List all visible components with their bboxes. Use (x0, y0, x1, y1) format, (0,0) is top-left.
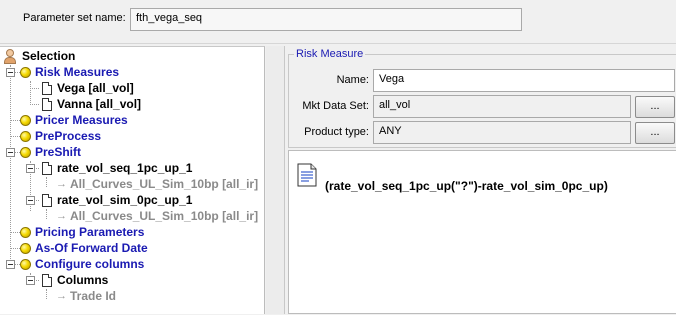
collapse-toggle-rate-up[interactable] (26, 164, 35, 173)
user-icon (3, 48, 17, 64)
tree-node-trade-id[interactable]: → Trade Id (56, 288, 116, 304)
expression-panel: (rate_vol_seq_1pc_up("?")-rate_vol_sim_0… (288, 150, 676, 314)
tree-node-preprocess[interactable]: PreProcess (20, 128, 101, 144)
mkt-data-set-browse-button[interactable]: ... (635, 96, 675, 118)
collapse-toggle-configure-columns[interactable] (6, 260, 15, 269)
document-icon (42, 81, 52, 95)
tree-node-asof-forward-date[interactable]: As-Of Forward Date (20, 240, 148, 256)
collapse-toggle-preshift[interactable] (6, 148, 15, 157)
tree-node-all-curves-2[interactable]: → All_Curves_UL_Sim_10bp [all_ir] (56, 208, 258, 224)
param-set-name-field[interactable]: fth_vega_seq (130, 8, 522, 31)
tree-node-preshift[interactable]: PreShift (20, 144, 81, 160)
bulb-icon (20, 66, 31, 78)
tree-node-pricer-measures[interactable]: Pricer Measures (20, 112, 128, 128)
tree-node-configure-columns[interactable]: Configure columns (20, 256, 144, 272)
param-set-label: Parameter set name: (23, 12, 126, 24)
tree-node-vanna[interactable]: Vanna [all_vol] (42, 96, 141, 112)
document-icon (42, 193, 52, 207)
bulb-icon (20, 226, 31, 238)
collapse-toggle-columns[interactable] (26, 276, 35, 285)
expression-text[interactable]: (rate_vol_seq_1pc_up("?")-rate_vol_sim_0… (325, 179, 608, 193)
bulb-icon (20, 146, 31, 158)
risk-measure-group: Risk Measure Name: Vega Mkt Data Set: al… (288, 48, 676, 148)
risk-measure-group-title: Risk Measure (294, 48, 366, 60)
tree-node-selection[interactable]: Selection (3, 48, 75, 64)
tree-node-rate-vol-sim[interactable]: rate_vol_sim_0pc_up_1 (42, 192, 192, 208)
bulb-icon (20, 258, 31, 270)
collapse-toggle-risk-measures[interactable] (6, 68, 15, 77)
arrow-right-icon: → (56, 178, 67, 190)
tree-node-all-curves-1[interactable]: → All_Curves_UL_Sim_10bp [all_ir] (56, 176, 258, 192)
name-label: Name: (336, 74, 369, 86)
document-icon (42, 97, 52, 111)
parameter-set-bar: Parameter set name: fth_vega_seq (0, 0, 676, 44)
product-type-browse-button[interactable]: ... (635, 122, 675, 144)
tree-node-rate-vol-seq[interactable]: rate_vol_seq_1pc_up_1 (42, 160, 192, 176)
name-field[interactable]: Vega (373, 69, 675, 92)
document-icon (42, 161, 52, 175)
document-icon (42, 273, 52, 287)
selection-tree: Selection Risk Measures Vega [all_vol] V… (0, 47, 265, 315)
bulb-icon (20, 114, 31, 126)
product-type-field[interactable]: ANY (373, 121, 631, 144)
risk-measure-detail-panel: Risk Measure Name: Vega Mkt Data Set: al… (286, 46, 676, 314)
arrow-right-icon: → (56, 290, 67, 302)
tree-node-vega[interactable]: Vega [all_vol] (42, 80, 134, 96)
tree-node-columns[interactable]: Columns (42, 272, 108, 288)
bulb-icon (20, 242, 31, 254)
mkt-data-set-label: Mkt Data Set: (302, 100, 369, 112)
arrow-right-icon: → (56, 210, 67, 222)
mkt-data-set-field[interactable]: all_vol (373, 95, 631, 118)
panel-splitter[interactable] (266, 46, 285, 314)
bulb-icon (20, 130, 31, 142)
selection-tree-panel: Selection Risk Measures Vega [all_vol] V… (0, 46, 265, 314)
product-type-label: Product type: (304, 126, 369, 138)
text-document-icon (297, 163, 317, 187)
collapse-toggle-rate-sim[interactable] (26, 196, 35, 205)
tree-node-risk-measures[interactable]: Risk Measures (20, 64, 119, 80)
tree-node-pricing-parameters[interactable]: Pricing Parameters (20, 224, 144, 240)
